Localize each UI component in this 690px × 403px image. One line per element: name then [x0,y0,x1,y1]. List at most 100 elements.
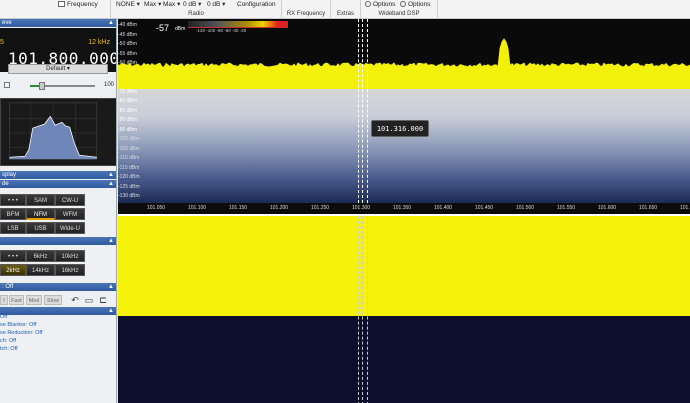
frequency-axis-label: 101.250 [311,205,330,211]
speaker-icon[interactable] [4,82,10,88]
db-axis-label: -75 dBm [118,88,137,95]
mode-wfm-button[interactable]: WFM [55,208,85,220]
undo-icon[interactable]: ↶ [70,295,80,305]
db-axis-label: -125 dBm [118,183,140,190]
mode-bfm-button[interactable]: BFM [0,208,26,220]
db-axis-label: -80 dBm [118,98,137,104]
none-dropdown[interactable]: NONE ▾ [116,0,140,9]
db-axis-label: -130 dBm [118,193,140,199]
ribbon-toolbar: Frequency NONE ▾ Max ▾ Max ▾ 0 dB ▾ 0 dB… [0,0,690,19]
display-panel-header[interactable]: splay ▲ [0,171,116,179]
mode-usb-button[interactable]: USB [26,222,55,234]
source-panel-header[interactable]: eve ▲ [0,19,116,27]
spectrum-view[interactable]: -57 dBm -120 -100 -80 -60 -40 -20 -40 dB… [118,19,690,214]
chevron-up-icon: ▲ [108,308,114,314]
agc-fast-button[interactable]: Fast [9,295,24,305]
mode-wide-u-button[interactable]: Wide-U [55,222,85,234]
option-row[interactable]: se Reduction: Off [0,329,42,337]
frequency-axis-label: 101.450 [475,205,494,211]
frequency-button[interactable]: Frequency [58,0,98,9]
waterfall-filter-center[interactable] [362,216,363,403]
frequency-axis-label: 101.650 [639,205,658,211]
options-panel-header[interactable]: ▲ [0,307,116,315]
step-value: 12 kHz [88,39,110,46]
mode-nfm-button[interactable]: NFM [26,208,55,220]
frequency-axis-label: 101.600 [598,205,617,211]
db-axis-label: -115 dBm [118,164,140,171]
group-rx-frequency: RX Frequency [286,11,326,17]
pin-icon[interactable]: ⊏ [98,295,108,305]
waterfall-active-region [118,216,690,316]
ribbon-separator [110,0,111,19]
group-extras: Extras [336,11,354,17]
option-row[interactable]: tch: Off [0,345,18,353]
options-button-2[interactable]: Options [400,0,430,9]
group-wideband-dsp: Wideband DSP [378,11,420,17]
agc-slow-button[interactable]: Slow [44,295,62,305]
filter-edge-right[interactable] [367,19,368,203]
mode-more-button[interactable]: • • • [0,194,26,206]
chevron-up-icon: ▲ [108,172,114,178]
step-label: 5 [0,39,4,46]
frequency-axis-label: 101.100 [188,205,207,211]
agc-panel-header[interactable]: : Off ▲ [0,283,116,291]
gear-icon [365,1,371,8]
frequency-axis-label: 101.550 [557,205,576,211]
frequency-icon [58,1,65,8]
window-icon[interactable]: ▭ [84,295,94,305]
bw-more-button[interactable]: • • • [0,250,26,262]
option-row[interactable]: ch: Off [0,337,16,345]
max-dropdown-1[interactable]: Max ▾ [144,0,161,9]
db-axis-label: -90 dBm [118,117,137,123]
group-radio: Radio [188,11,204,17]
waterfall-filter-edge-left[interactable] [358,216,359,403]
filter-edge-left[interactable] [358,19,359,203]
frequency-axis-label: 101.200 [270,205,289,211]
frequency-axis-label: 101.700 [680,205,690,211]
option-row[interactable]: se Blanker: Off [0,321,36,329]
option-row[interactable]: Off [0,313,7,321]
volume-slider-handle[interactable] [38,82,45,90]
db-axis-label: -110 dBm [118,155,140,161]
db-dropdown-1[interactable]: 0 dB ▾ [183,0,201,9]
bw-14khz-button[interactable]: 14kHz [26,264,55,276]
agc-off-button[interactable]: f [0,295,8,305]
db-axis-label: -100 dBm [118,136,140,142]
bandwidth-panel-header[interactable]: ▲ [0,237,116,245]
preset-select[interactable]: Default ▾ [8,64,108,74]
db-axis-label: -95 dBm [118,126,137,133]
frequency-axis-label: 101.150 [229,205,248,211]
frequency-axis-label: 101.350 [393,205,412,211]
bw-6khz-button[interactable]: 6kHz [26,250,55,262]
chevron-up-icon: ▲ [108,181,114,187]
chevron-up-icon: ▲ [108,20,114,26]
spectrum-gradient [118,81,690,214]
max-dropdown-2[interactable]: Max ▾ [163,0,180,9]
db-axis-label: -85 dBm [118,107,137,114]
mode-lsb-button[interactable]: LSB [0,222,26,234]
spectrum-trace [118,38,690,89]
bw-12khz-button[interactable]: 2kHz [0,264,26,276]
mode-panel-header[interactable]: de ▲ [0,180,116,188]
frequency-axis-label: 101.050 [147,205,166,211]
bw-10khz-button[interactable]: 10kHz [55,250,85,262]
mode-sam-button[interactable]: SAM [26,194,55,206]
configuration-button[interactable]: Configuration [237,0,276,9]
volume-value: 100 [104,82,115,88]
frequency-axis-label: 101.300 [352,205,371,211]
chevron-up-icon: ▲ [108,238,114,244]
db-axis-label: -120 dBm [118,174,140,180]
mode-cw-u-button[interactable]: CW-U [55,194,85,206]
waterfall-filter-edge-right[interactable] [367,216,368,403]
frequency-axis: 101.050 101.100 101.150 101.200 101.250 101.3… [118,203,690,214]
gear-icon [400,1,406,8]
options-button-1[interactable]: Options [365,0,395,9]
frequency-tooltip: 101.316.000 [371,120,429,137]
ribbon-separator [437,0,438,19]
agc-med-button[interactable]: Med [26,295,42,305]
db-dropdown-2[interactable]: 0 dB ▾ [207,0,225,9]
volume-row: 100 [0,79,116,91]
filter-center[interactable] [362,19,363,203]
waterfall-view[interactable] [118,214,690,403]
bw-16khz-button[interactable]: 16kHz [55,264,85,276]
